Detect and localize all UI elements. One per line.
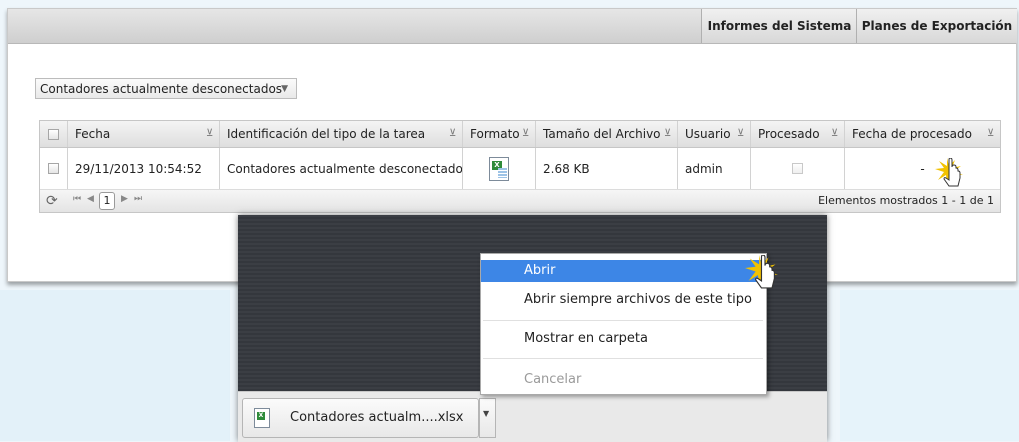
menu-item-abrir-siempre[interactable]: Abrir siempre archivos de este tipo (481, 289, 764, 311)
cell-formato: X (463, 148, 536, 189)
report-type-dropdown[interactable]: Contadores actualmente desconectados ▼ (35, 78, 297, 99)
download-item[interactable]: X Contadores actualm....xlsx (242, 398, 479, 438)
excel-file-icon: X (254, 408, 270, 428)
download-context-menu: Abrir Abrir siempre archivos de este tip… (480, 253, 767, 395)
column-header-tamano[interactable]: Tamaño del Archivo ⊻ (536, 121, 678, 147)
cell-usuario: admin (678, 148, 751, 189)
current-page-number[interactable]: 1 (99, 192, 115, 210)
column-header-usuario[interactable]: Usuario ⊻ (678, 121, 751, 147)
column-label: Tamaño del Archivo (543, 127, 661, 141)
filter-icon[interactable]: ⊻ (206, 129, 214, 139)
column-header-tipo[interactable]: Identificación del tipo de la tarea ⊻ (220, 121, 463, 147)
row-checkbox[interactable] (48, 163, 59, 174)
excel-file-icon[interactable]: X (489, 156, 509, 181)
hand-cursor-icon (935, 157, 963, 188)
menu-separator (483, 358, 763, 359)
dropdown-value: Contadores actualmente desconectados (40, 82, 283, 96)
cell-procesado (751, 148, 845, 189)
menu-separator (483, 320, 763, 321)
top-navigation-bar: Informes del Sistema Planes de Exportaci… (8, 9, 1017, 44)
filter-icon[interactable]: ⊻ (522, 129, 530, 139)
cell-fecha-procesado: - (920, 161, 925, 176)
export-jobs-grid: Fecha ⊻ Identificación del tipo de la ta… (39, 120, 1001, 213)
column-label: Procesado (758, 127, 820, 141)
chevron-down-icon: ▼ (281, 84, 288, 94)
tab-planes-de-exportacion[interactable]: Planes de Exportación (856, 9, 1017, 43)
grid-pager: ⟳ ⏮ ◀ 1 ▶ ⏭ Elementos mostrados 1 - 1 de… (40, 190, 1000, 212)
filter-icon[interactable]: ⊻ (664, 129, 672, 139)
filter-icon[interactable]: ⊻ (449, 129, 457, 139)
hand-cursor-icon (745, 254, 778, 289)
column-label: Fecha de procesado (852, 127, 972, 141)
cell-tipo: Contadores actualmente desconectados (220, 148, 463, 189)
table-row[interactable]: 29/11/2013 10:54:52 Contadores actualmen… (40, 148, 1000, 190)
cell-fecha: 29/11/2013 10:54:52 (68, 148, 220, 189)
processed-checkbox (792, 163, 803, 174)
select-all-cell (40, 121, 68, 147)
grid-header: Fecha ⊻ Identificación del tipo de la ta… (40, 121, 1000, 148)
menu-item-abrir[interactable]: Abrir (481, 260, 764, 282)
chevron-down-icon: ▼ (483, 409, 490, 418)
column-label: Identificación del tipo de la tarea (227, 127, 426, 141)
background-shape (840, 290, 1019, 441)
first-page-icon[interactable]: ⏮ (73, 194, 81, 204)
column-header-fecha[interactable]: Fecha ⊻ (68, 121, 220, 147)
download-options-button[interactable]: ▼ (479, 398, 496, 438)
column-header-formato[interactable]: Formato ⊻ (463, 121, 536, 147)
menu-item-cancelar[interactable]: Cancelar (481, 369, 764, 391)
next-page-icon[interactable]: ▶ (121, 194, 128, 204)
column-header-procesado[interactable]: Procesado ⊻ (751, 121, 845, 147)
pager-summary: Elementos mostrados 1 - 1 de 1 (818, 194, 994, 207)
menu-item-mostrar-en-carpeta[interactable]: Mostrar en carpeta (481, 328, 764, 350)
column-label: Formato (470, 127, 520, 141)
column-header-fecha-procesado[interactable]: Fecha de procesado ⊻ (845, 121, 1000, 147)
filter-icon[interactable]: ⊻ (831, 129, 839, 139)
filter-icon[interactable]: ⊻ (987, 129, 995, 139)
filter-icon[interactable]: ⊻ (737, 129, 745, 139)
cell-tamano: 2.68 KB (536, 148, 678, 189)
download-filename: Contadores actualm....xlsx (290, 410, 464, 425)
background-shape (0, 290, 230, 441)
row-select-cell (40, 148, 68, 189)
tab-informes-del-sistema[interactable]: Informes del Sistema (701, 9, 857, 43)
refresh-icon[interactable]: ⟳ (46, 193, 58, 209)
column-label: Usuario (685, 127, 731, 141)
column-label: Fecha (75, 127, 111, 141)
previous-page-icon[interactable]: ◀ (87, 194, 94, 204)
select-all-checkbox[interactable] (48, 128, 59, 140)
last-page-icon[interactable]: ⏭ (134, 194, 142, 204)
